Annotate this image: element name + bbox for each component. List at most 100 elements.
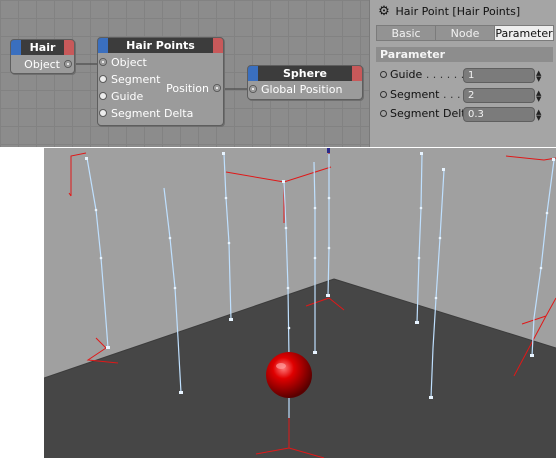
vertex	[229, 318, 233, 321]
hair-guide-7	[416, 153, 423, 324]
attribute-title: ⚙ Hair Point [Hair Points]	[376, 3, 520, 21]
guide-stepper-icon[interactable]: ▲ ▼	[536, 70, 556, 83]
guide-field-label: Guide . . . . . . .	[390, 68, 472, 81]
vertex	[434, 296, 438, 300]
attribute-manager: ⚙ Hair Point [Hair Points] Basic Node Pa…	[369, 0, 556, 147]
position-port-label: Position	[166, 82, 209, 95]
axis-handle-3	[505, 155, 556, 161]
port-dot-icon[interactable]	[64, 60, 72, 68]
parameter-section-header[interactable]: Parameter	[376, 47, 553, 62]
hair-object-label: Object	[24, 58, 60, 71]
hair-guide-9	[531, 159, 555, 357]
vertex	[420, 152, 423, 155]
tab-parameter[interactable]: Parameter	[494, 25, 554, 41]
hair-points-node-header[interactable]: Hair Points	[98, 38, 223, 53]
vertex	[173, 286, 177, 290]
attribute-title-text: Hair Point [Hair Points]	[395, 5, 521, 18]
vertex	[222, 152, 225, 155]
vertex	[94, 208, 98, 212]
sphere-input-pin[interactable]	[248, 66, 258, 81]
animate-dot-icon[interactable]	[380, 109, 387, 117]
axis-handle-1	[68, 152, 87, 197]
vertex	[284, 226, 288, 230]
sphere-output-pin[interactable]	[352, 66, 362, 81]
vertex	[286, 286, 290, 290]
segment-value-input[interactable]: 2	[463, 88, 535, 103]
hair-points-output-pin[interactable]	[213, 38, 223, 53]
animate-dot-icon[interactable]	[380, 90, 387, 98]
vertex	[313, 206, 317, 210]
attribute-tabs: Basic Node Parameter	[376, 25, 554, 41]
port-dot-icon[interactable]	[249, 85, 257, 93]
top-axis-marker	[327, 148, 330, 153]
vertex	[415, 321, 419, 324]
viewport-scene	[44, 148, 556, 458]
segment-delta-stepper-icon[interactable]: ▲ ▼	[536, 109, 556, 122]
sphere-node-title: Sphere	[283, 67, 327, 80]
vertex	[287, 326, 291, 330]
animate-dot-icon[interactable]	[380, 70, 387, 78]
hair-points-position-port[interactable]: Position	[166, 81, 221, 97]
segment-field: Segment . . . 2 ▲ ▼	[376, 87, 553, 103]
segment-field-label: Segment . . .	[390, 88, 461, 101]
vertex	[313, 351, 317, 354]
segment-port-label: Segment	[111, 73, 161, 86]
sphere-node[interactable]: Sphere Global Position	[247, 65, 363, 100]
sphere-node-header[interactable]: Sphere	[248, 66, 362, 81]
sphere-global-position-port[interactable]: Global Position	[249, 82, 342, 98]
tab-basic[interactable]: Basic	[376, 25, 436, 41]
vertex	[179, 391, 183, 394]
hair-points-node[interactable]: Hair Points Object Segment Guide Segment…	[97, 37, 224, 126]
vertex	[99, 256, 103, 260]
port-dot-icon[interactable]	[99, 109, 107, 117]
vertex	[419, 206, 423, 210]
gear-icon: ⚙	[378, 4, 390, 19]
port-dot-icon[interactable]	[99, 75, 107, 83]
segment-delta-value-input[interactable]: 0.3	[463, 107, 535, 122]
port-dot-icon[interactable]	[99, 92, 107, 100]
hair-node-title: Hair	[29, 41, 56, 54]
xpresso-editor[interactable]: Hair Object Hair Points Object Segment G…	[0, 0, 369, 147]
vertex	[327, 196, 331, 200]
port-dot-icon[interactable]	[99, 58, 107, 66]
tab-node[interactable]: Node	[435, 25, 495, 41]
sphere-highlight	[276, 363, 286, 369]
hair-object-port[interactable]: Object	[24, 57, 72, 73]
guide-value-input[interactable]: 1	[463, 68, 535, 83]
hair-points-guide-port[interactable]: Guide	[99, 89, 143, 105]
vertex	[442, 168, 445, 171]
hair-points-input-pin[interactable]	[98, 38, 108, 53]
guide-port-label: Guide	[111, 90, 144, 103]
hair-output-pin[interactable]	[64, 40, 74, 55]
hair-points-segment-delta-port[interactable]: Segment Delta	[99, 106, 193, 122]
hair-guide-6	[327, 154, 330, 297]
hair-points-segment-port[interactable]: Segment	[99, 72, 161, 88]
segment-delta-field: Segment Delta 0.3 ▲ ▼	[376, 106, 553, 122]
hair-node-header[interactable]: Hair	[11, 40, 74, 55]
hair-guide-3	[223, 153, 232, 321]
vertex	[327, 246, 331, 250]
hair-points-object-port[interactable]: Object	[99, 55, 147, 71]
segment-delta-field-label: Segment Delta	[390, 107, 473, 120]
vertex	[168, 236, 172, 240]
vertex	[438, 236, 442, 240]
hair-input-pin[interactable]	[11, 40, 21, 55]
port-dot-icon[interactable]	[213, 84, 221, 92]
vertex	[313, 256, 317, 260]
segment-stepper-icon[interactable]: ▲ ▼	[536, 90, 556, 103]
vertex	[326, 294, 330, 297]
global-position-port-label: Global Position	[261, 83, 343, 96]
red-sphere	[266, 352, 312, 398]
segment-delta-port-label: Segment Delta	[111, 107, 194, 120]
guide-field: Guide . . . . . . . 1 ▲ ▼	[376, 67, 553, 83]
vertex	[552, 158, 555, 161]
vertex	[539, 266, 543, 270]
3d-viewport[interactable]	[44, 148, 556, 458]
vertex	[224, 196, 228, 200]
vertex	[530, 354, 534, 357]
hair-points-node-title: Hair Points	[126, 39, 195, 52]
vertex	[85, 157, 88, 160]
vertex	[429, 396, 433, 399]
hair-node[interactable]: Hair Object	[10, 39, 75, 74]
vertex	[282, 180, 285, 183]
